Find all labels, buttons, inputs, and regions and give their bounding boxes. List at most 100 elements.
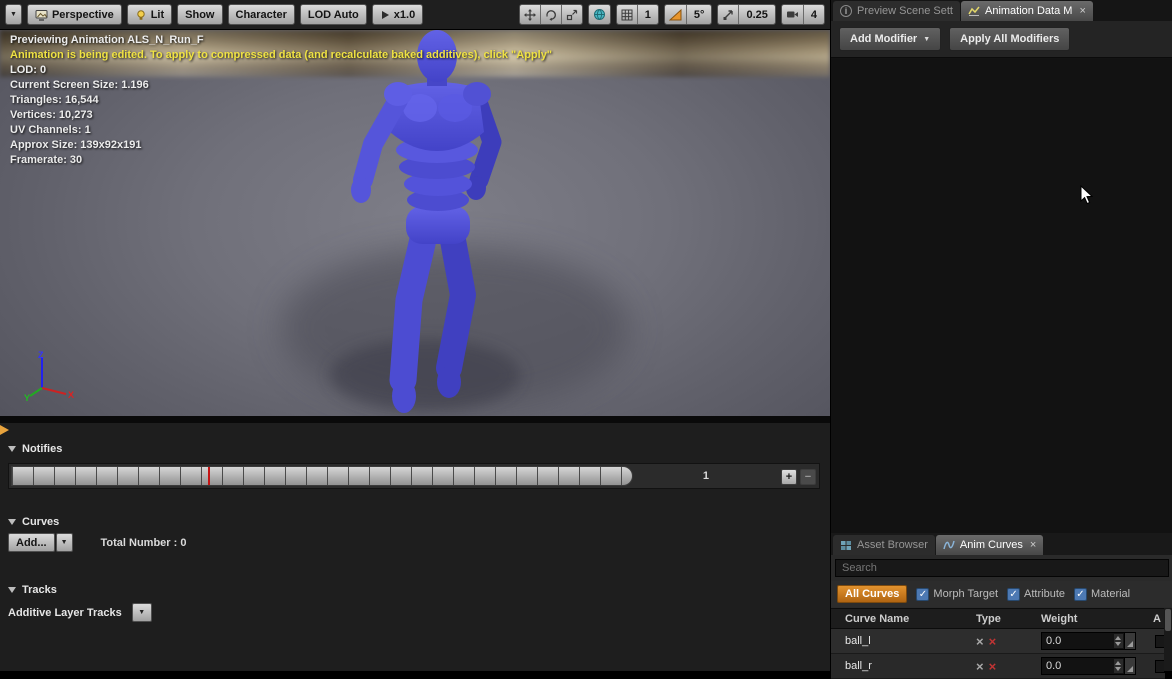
minus-icon: − <box>805 471 811 483</box>
approx-size-text: Approx Size: 139x92x191 <box>10 138 552 153</box>
plus-icon: + <box>786 471 792 483</box>
weight-slider-handle[interactable] <box>1125 657 1136 675</box>
tracks-section-header[interactable]: Tracks <box>8 584 57 596</box>
scale-snap-icon <box>722 9 734 21</box>
axis-y-label: Y <box>24 393 30 402</box>
curve-filter-row: All Curves ✓ Morph Target ✓ Attribute ✓ … <box>831 581 1172 607</box>
add-notify-track-button[interactable]: + <box>781 469 797 485</box>
notify-track-count: 1 <box>703 470 709 482</box>
additive-tracks-row: Additive Layer Tracks ▼ <box>8 603 152 622</box>
tab-anim-curves[interactable]: Anim Curves × <box>936 535 1043 555</box>
lod-auto-button[interactable]: LOD Auto <box>300 4 367 25</box>
apply-all-modifiers-button[interactable]: Apply All Modifiers <box>949 27 1070 51</box>
material-checkbox[interactable]: ✓ Material <box>1074 588 1130 601</box>
additive-tracks-dropdown[interactable]: ▼ <box>132 603 152 622</box>
viewport-stats-overlay: Previewing Animation ALS_N_Run_F Animati… <box>10 33 552 168</box>
translate-mode-button[interactable] <box>520 5 540 24</box>
weight-input[interactable]: 0.0 <box>1041 657 1125 675</box>
rotation-snap-value[interactable]: 5° <box>686 5 712 24</box>
curve-row-ball-r[interactable]: ball_r × × 0.0 <box>831 654 1165 679</box>
material-label: Material <box>1091 588 1130 600</box>
curves-section-header[interactable]: Curves <box>8 516 59 528</box>
grid-snap-group: 1 <box>616 4 659 25</box>
remove-notify-track-button[interactable]: − <box>800 469 816 485</box>
camera-speed-group: 4 <box>781 4 825 25</box>
info-icon: i <box>840 5 852 17</box>
rotate-mode-button[interactable] <box>540 5 561 24</box>
curve-type-cell: × × <box>976 635 1041 648</box>
scale-snap-value[interactable]: 0.25 <box>738 5 774 24</box>
column-type[interactable]: Type <box>976 613 1041 625</box>
viewport-toolbar: ▼ Perspective Lit Show Character LOD Aut… <box>0 0 830 30</box>
add-curve-dropdown[interactable]: ▼ <box>56 533 73 552</box>
camera-speed-value[interactable]: 4 <box>803 5 824 24</box>
lod-auto-label: LOD Auto <box>308 9 359 21</box>
playhead[interactable] <box>208 467 210 485</box>
caret-down-icon: ▼ <box>61 539 68 546</box>
tab-animation-data-modifiers[interactable]: Animation Data M × <box>961 1 1093 21</box>
all-curves-filter-button[interactable]: All Curves <box>837 585 907 603</box>
attribute-checkbox[interactable]: ✓ Attribute <box>1007 588 1065 601</box>
collapse-triangle-icon <box>8 446 16 452</box>
coordinate-system-button[interactable] <box>588 4 611 25</box>
playback-speed-label: x1.0 <box>394 9 415 21</box>
perspective-button[interactable]: Perspective <box>27 4 122 25</box>
scrollbar-thumb[interactable] <box>1165 609 1171 631</box>
weight-slider-handle[interactable] <box>1125 632 1136 650</box>
viewport-options-dropdown[interactable]: ▼ <box>5 4 22 25</box>
curve-table-scrollbar[interactable] <box>1164 608 1172 671</box>
angle-snap-icon <box>669 9 682 21</box>
curve-row-ball-l[interactable]: ball_l × × 0.0 <box>831 629 1165 654</box>
scale-snap-toggle[interactable] <box>718 5 738 24</box>
tab-asset-browser[interactable]: Asset Browser <box>833 535 935 555</box>
lit-mode-button[interactable]: Lit <box>127 4 172 25</box>
rotation-snap-toggle[interactable] <box>665 5 686 24</box>
playback-speed-button[interactable]: x1.0 <box>372 4 423 25</box>
caret-down-icon: ▼ <box>10 11 17 18</box>
close-icon[interactable]: × <box>1030 540 1036 551</box>
weight-spinner[interactable] <box>1114 634 1123 648</box>
transform-gizmo-group <box>519 4 583 25</box>
preview-viewport[interactable]: Previewing Animation ALS_N_Run_F Animati… <box>0 30 830 419</box>
tab-label: Asset Browser <box>857 539 928 551</box>
screen-size-text: Current Screen Size: 1.196 <box>10 78 552 93</box>
anim-curves-tab-bar: Asset Browser Anim Curves × <box>831 533 1172 555</box>
axis-z-label: Z <box>38 350 44 360</box>
checkbox-check-icon: ✓ <box>1007 588 1020 601</box>
curve-name: ball_r <box>831 660 976 672</box>
add-modifier-button[interactable]: Add Modifier ▼ <box>839 27 941 51</box>
scale-mode-button[interactable] <box>561 5 582 24</box>
curve-search-input[interactable] <box>835 559 1169 577</box>
anim-curves-icon <box>943 540 955 550</box>
character-button[interactable]: Character <box>228 4 295 25</box>
apply-all-modifiers-label: Apply All Modifiers <box>960 33 1059 45</box>
checkbox-check-icon: ✓ <box>916 588 929 601</box>
tab-preview-scene-settings[interactable]: i Preview Scene Sett <box>833 1 960 21</box>
camera-speed-toggle[interactable] <box>782 5 803 24</box>
add-curve-button[interactable]: Add... <box>8 533 55 552</box>
column-weight[interactable]: Weight <box>1041 613 1153 625</box>
perspective-label: Perspective <box>52 9 114 21</box>
grid-snap-value-label: 1 <box>645 9 651 21</box>
curve-table-header: Curve Name Type Weight A <box>831 608 1165 629</box>
modifier-toolbar: Add Modifier ▼ Apply All Modifiers <box>831 21 1172 58</box>
column-curve-name[interactable]: Curve Name <box>831 613 976 625</box>
morph-target-checkbox[interactable]: ✓ Morph Target <box>916 588 998 601</box>
close-icon[interactable]: × <box>1079 6 1085 17</box>
vertices-text: Vertices: 10,273 <box>10 108 552 123</box>
animation-detail-panel: Notifies 1 + − Curves Add... ▼ To <box>0 423 830 671</box>
asset-browser-icon <box>840 540 852 551</box>
lit-icon <box>135 9 147 21</box>
weight-input[interactable]: 0.0 <box>1041 632 1125 650</box>
notifies-section-header[interactable]: Notifies <box>8 443 62 455</box>
uv-channels-text: UV Channels: 1 <box>10 123 552 138</box>
notifies-title: Notifies <box>22 443 62 455</box>
grid-snap-value[interactable]: 1 <box>637 5 658 24</box>
grid-snap-toggle[interactable] <box>617 5 637 24</box>
camera-icon <box>786 9 799 20</box>
attribute-label: Attribute <box>1024 588 1065 600</box>
notify-track-frames[interactable] <box>11 466 633 486</box>
notify-track[interactable]: 1 + − <box>8 463 820 489</box>
show-button[interactable]: Show <box>177 4 222 25</box>
curve-weight-cell: 0.0 <box>1041 657 1153 675</box>
